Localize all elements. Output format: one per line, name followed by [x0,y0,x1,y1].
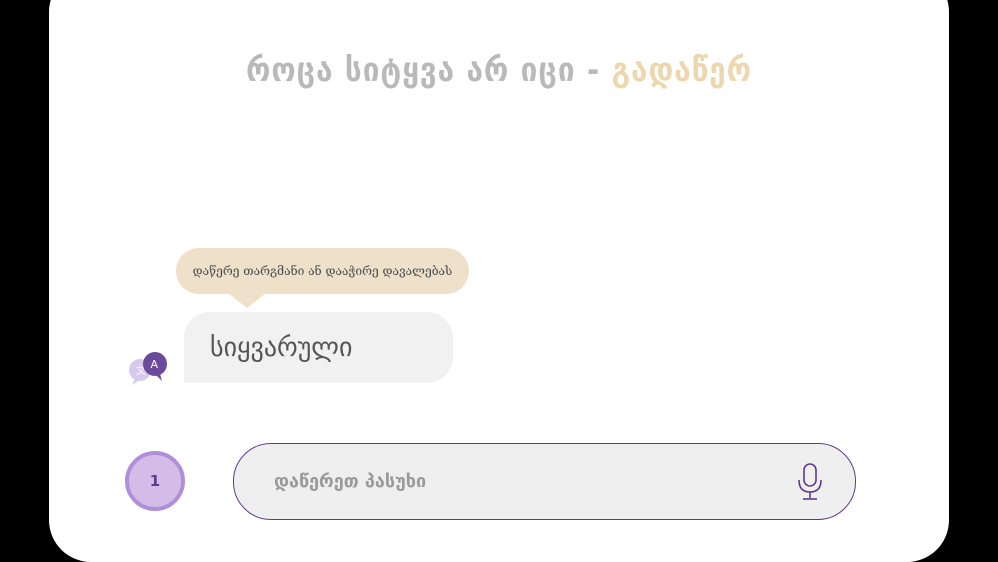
hint-bubble-tail [228,293,266,308]
word-text: სიყვარული [210,332,353,363]
hint-bubble: დაწერე თარგმანი ან დააჭირე დავალებას [176,248,469,294]
hint-text: დაწერე თარგმანი ან დააჭირე დავალებას [192,264,453,278]
microphone-icon[interactable] [796,462,824,502]
counter-value: 1 [149,472,161,490]
translate-icon[interactable]: 文 A [126,350,170,388]
page-title: როცა სიტყვა არ იცი - გადაწერ [49,50,949,89]
translate-letter: A [151,358,159,371]
answer-input[interactable] [272,470,756,493]
answer-field[interactable] [233,443,856,520]
question-counter: 1 [125,451,185,511]
title-accent: გადაწერ [611,50,753,89]
word-bubble[interactable]: სიყვარული [184,312,453,383]
title-main: როცა სიტყვა არ იცი - [245,50,612,89]
